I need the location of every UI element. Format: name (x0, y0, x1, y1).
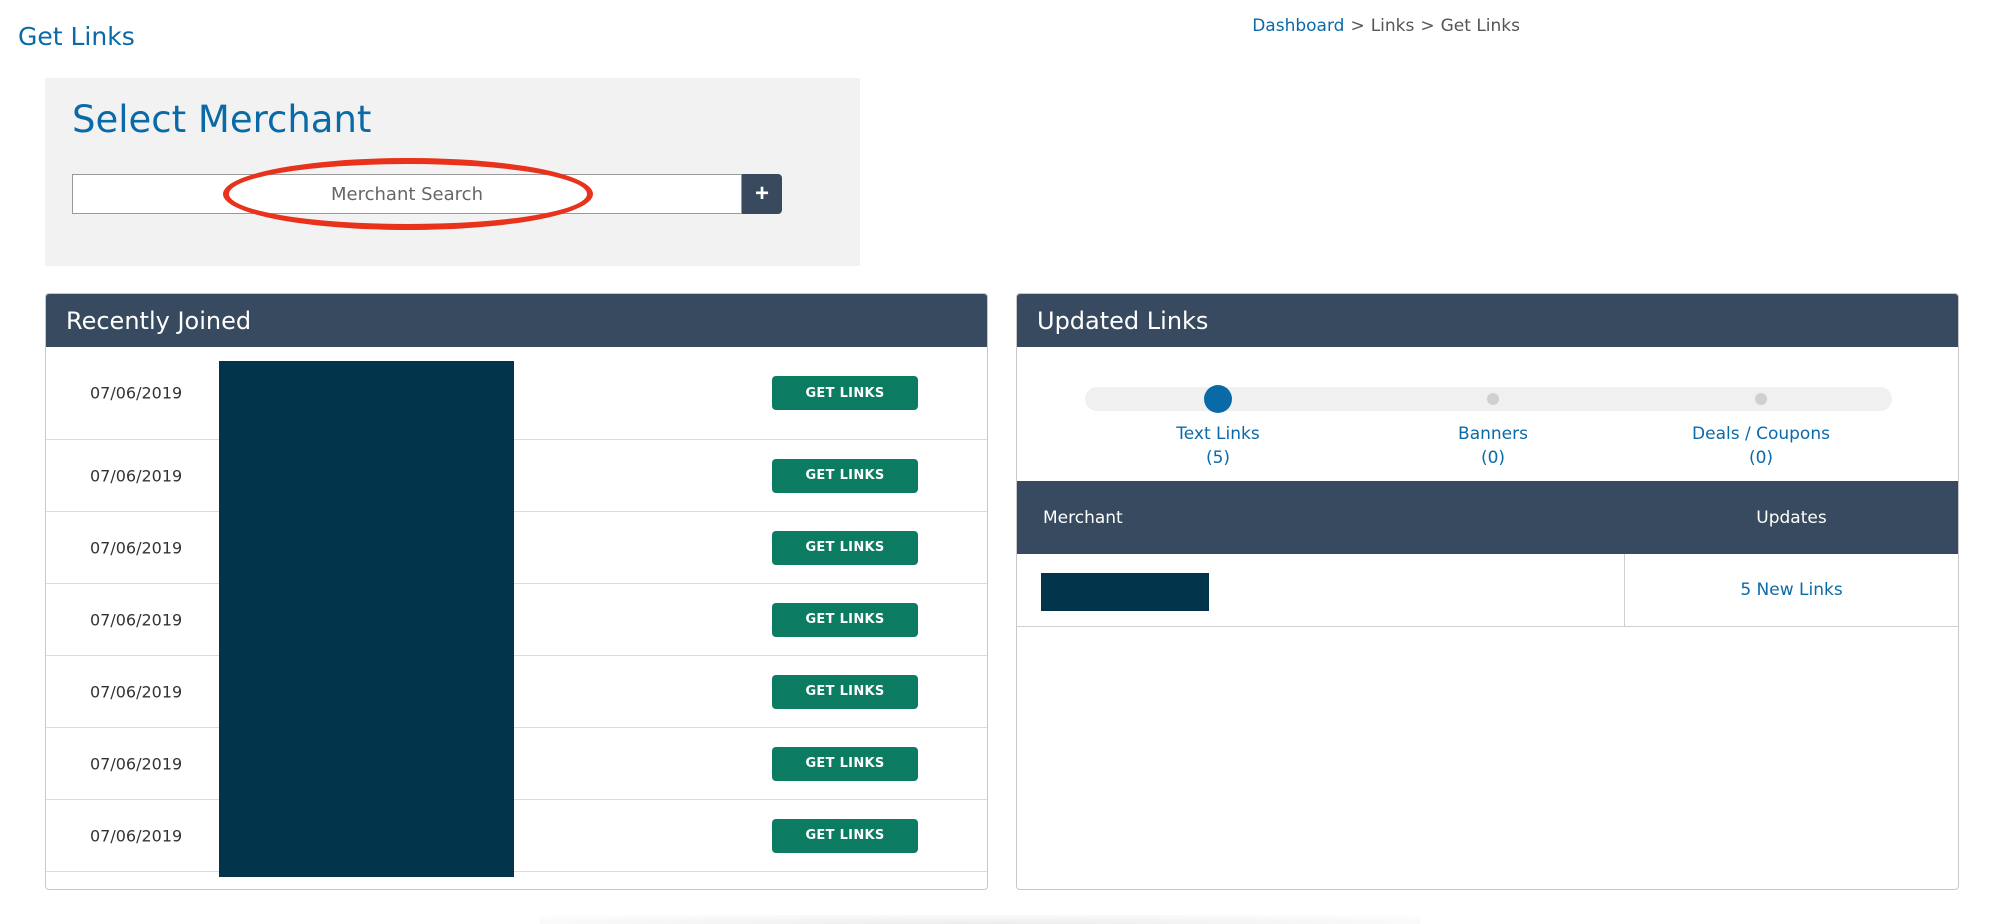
breadcrumb-current: Get Links (1440, 16, 1520, 36)
tab-label: Banners (1458, 424, 1528, 444)
get-links-button[interactable]: GET LINKS (772, 376, 918, 410)
tab-count: (0) (1480, 448, 1506, 468)
tab-text-links[interactable]: Text Links (5) (1118, 422, 1318, 470)
updated-links-title: Updated Links (1017, 294, 1958, 347)
join-date: 07/06/2019 (90, 610, 183, 629)
breadcrumb: Dashboard > Links > Get Links (1252, 16, 1520, 36)
get-links-button[interactable]: GET LINKS (772, 674, 918, 709)
step-dot-text-links[interactable] (1204, 385, 1232, 413)
table-row: 07/06/2019 GET LINKS (46, 584, 987, 656)
breadcrumb-dashboard-link[interactable]: Dashboard (1252, 16, 1344, 36)
tab-count: (0) (1748, 448, 1774, 468)
updates-column-header: Updates (1756, 507, 1827, 528)
merchant-cell (1017, 554, 1625, 626)
get-links-button[interactable]: GET LINKS (772, 818, 918, 853)
step-dot-banners[interactable] (1487, 393, 1499, 405)
step-dot-deals-coupons[interactable] (1755, 393, 1767, 405)
join-date: 07/06/2019 (90, 826, 183, 845)
recently-joined-panel: Recently Joined 07/06/2019 GET LINKS 07/… (45, 293, 988, 890)
link-type-stepper: Text Links (5) Banners (0) Deals / Coupo… (1017, 347, 1958, 481)
join-date: 07/06/2019 (90, 754, 183, 773)
updated-links-table: Merchant Updates 5 New Links (1017, 481, 1958, 627)
tab-label: Text Links (1176, 424, 1260, 444)
table-row: 5 New Links (1017, 554, 1958, 627)
tab-label: Deals / Coupons (1692, 424, 1830, 444)
breadcrumb-separator: > (1420, 16, 1435, 36)
updated-links-panel: Updated Links Text Links (5) Banners (0)… (1016, 293, 1959, 890)
table-row: 07/06/2019 GET LINKS (46, 656, 987, 728)
redacted-merchant-name (1041, 573, 1209, 611)
page-title: Get Links (18, 22, 135, 51)
table-row: 07/06/2019 GET LINKS (46, 440, 987, 512)
tab-banners[interactable]: Banners (0) (1393, 422, 1593, 470)
merchant-search-group: + (72, 174, 782, 214)
table-row: 07/06/2019 GET LINKS (46, 347, 987, 440)
get-links-button[interactable]: GET LINKS (772, 458, 918, 493)
add-merchant-button[interactable]: + (742, 174, 782, 214)
get-links-button[interactable]: GET LINKS (772, 530, 918, 565)
table-header: Merchant Updates (1017, 481, 1958, 554)
join-date: 07/06/2019 (90, 538, 183, 557)
table-row: 07/06/2019 GET LINKS (46, 800, 987, 872)
plus-icon: + (754, 180, 769, 207)
breadcrumb-links: Links (1370, 16, 1415, 36)
footer-shadow (540, 915, 1420, 924)
table-row: 07/06/2019 GET LINKS (46, 728, 987, 800)
new-links-link[interactable]: 5 New Links (1625, 554, 1958, 626)
get-links-button[interactable]: GET LINKS (772, 746, 918, 781)
breadcrumb-separator: > (1350, 16, 1365, 36)
tab-deals-coupons[interactable]: Deals / Coupons (0) (1661, 422, 1861, 470)
merchant-column-header: Merchant (1043, 507, 1123, 528)
merchant-search-input[interactable] (72, 174, 742, 214)
select-merchant-panel: Select Merchant + (45, 78, 860, 266)
table-row: 07/06/2019 GET LINKS (46, 512, 987, 584)
redacted-merchant-names (219, 361, 514, 877)
stepper-track (1085, 385, 1892, 413)
select-merchant-heading: Select Merchant (72, 98, 372, 141)
tab-count: (5) (1205, 448, 1231, 468)
recently-joined-title: Recently Joined (46, 294, 987, 347)
join-date: 07/06/2019 (90, 682, 183, 701)
get-links-button[interactable]: GET LINKS (772, 602, 918, 637)
join-date: 07/06/2019 (90, 383, 183, 403)
join-date: 07/06/2019 (90, 466, 183, 485)
